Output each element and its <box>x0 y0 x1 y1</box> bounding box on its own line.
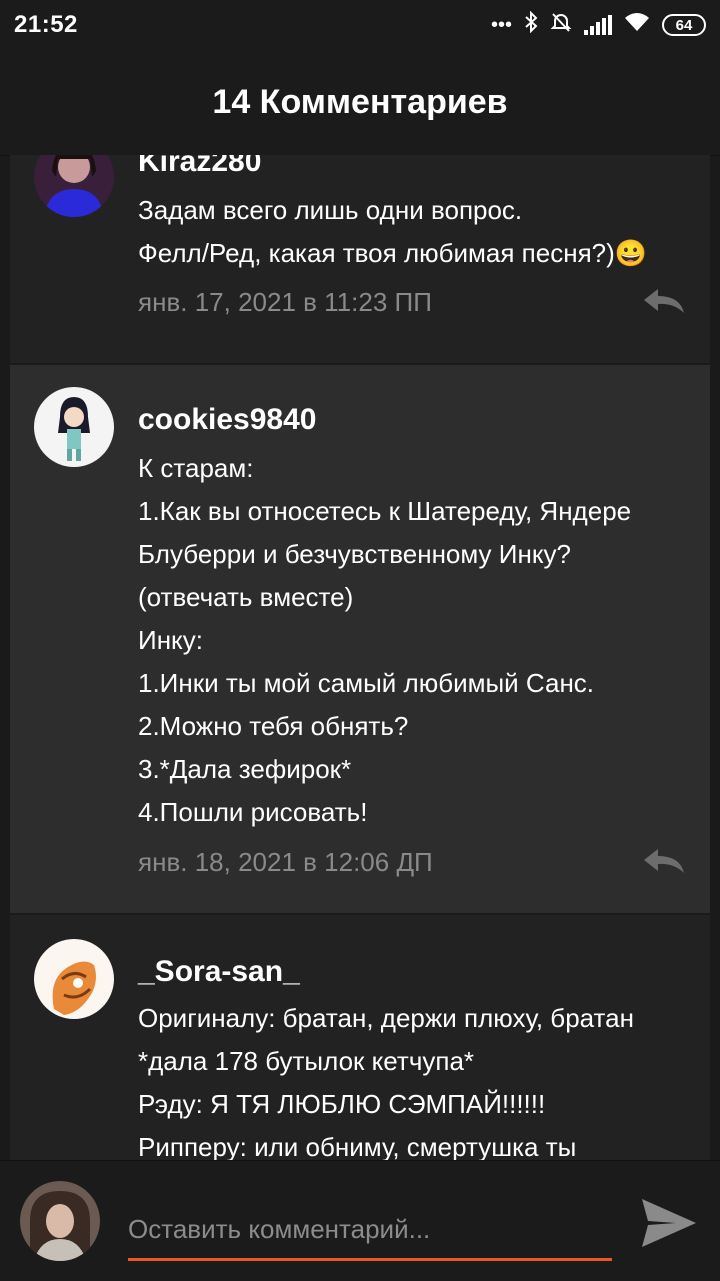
reply-icon[interactable] <box>642 847 686 875</box>
send-button[interactable] <box>640 1195 698 1251</box>
status-time: 21:52 <box>14 11 78 38</box>
comment-line: Рипперу: или обниму, смертушка ты <box>138 1132 577 1160</box>
wifi-icon <box>624 12 650 38</box>
comment-line: *дала 178 бутылок кетчупа* <box>138 1046 475 1076</box>
comment-input[interactable] <box>128 1201 612 1261</box>
comment-list[interactable]: Kiraz280 Задам всего лишь одни вопрос. Ф… <box>0 155 720 1160</box>
comment-author[interactable]: cookies9840 <box>138 403 316 437</box>
header: 14 Комментариев <box>0 50 720 156</box>
comment-text: Оригиналу: братан, держи плюху, братан *… <box>138 997 698 1160</box>
comment-line: 3.*Дала зефирок* <box>138 754 352 784</box>
comment-line: 1.Инки ты мой самый любимый Санс. <box>138 668 595 698</box>
comment-line: Фелл/Ред, какая твоя любимая песня?)😀 <box>138 238 648 268</box>
comment-line: Задам всего лишь одни вопрос. <box>138 195 523 225</box>
comment-timestamp: янв. 18, 2021 в 12:06 ДП <box>138 847 433 877</box>
comment-line: Рэду: Я ТЯ ЛЮБЛЮ СЭМПАЙ!!!!!! <box>138 1089 546 1119</box>
comment-line: 4.Пошли рисовать! <box>138 797 368 827</box>
comment-line: К старам: <box>138 453 254 483</box>
comment-line: 1.Как вы относетесь к Шатереду, Яндере <box>138 496 632 526</box>
comment-line: (отвечать вместе) <box>138 582 354 612</box>
my-avatar[interactable] <box>20 1181 100 1261</box>
avatar[interactable] <box>34 155 114 217</box>
mute-icon <box>550 11 572 39</box>
page-title: 14 Комментариев <box>212 83 508 121</box>
comment-item[interactable]: Kiraz280 Задам всего лишь одни вопрос. Ф… <box>10 155 710 363</box>
avatar[interactable] <box>34 939 114 1019</box>
battery-icon: 64 <box>662 14 706 36</box>
bluetooth-icon <box>524 10 538 39</box>
dots-icon: ••• <box>490 13 512 36</box>
comment-item[interactable]: cookies9840 К старам: 1.Как вы относетес… <box>10 365 710 913</box>
comment-line: Оригиналу: братан, держи плюху, братан <box>138 1003 634 1033</box>
comment-item[interactable]: _Sora-san_ Оригиналу: братан, держи плюх… <box>10 915 710 1160</box>
status-bar: 21:52 ••• 64 <box>0 0 720 50</box>
comment-timestamp: янв. 17, 2021 в 11:23 ПП <box>138 287 432 317</box>
comment-text: К старам: 1.Как вы относетесь к Шатереду… <box>138 447 698 834</box>
avatar[interactable] <box>34 387 114 467</box>
comment-line: Блуберри и безчувственному Инку? <box>138 539 571 569</box>
status-icons: ••• 64 <box>490 10 706 39</box>
send-icon <box>642 1199 696 1247</box>
signal-icon <box>584 15 612 35</box>
comment-text: Задам всего лишь одни вопрос. Фелл/Ред, … <box>138 189 698 275</box>
comment-line: Инку: <box>138 625 203 655</box>
comment-author[interactable]: _Sora-san_ <box>138 955 300 989</box>
comment-author[interactable]: Kiraz280 <box>138 155 261 179</box>
comment-composer <box>0 1160 720 1281</box>
comment-line: 2.Можно тебя обнять? <box>138 711 409 741</box>
reply-icon[interactable] <box>642 287 686 315</box>
